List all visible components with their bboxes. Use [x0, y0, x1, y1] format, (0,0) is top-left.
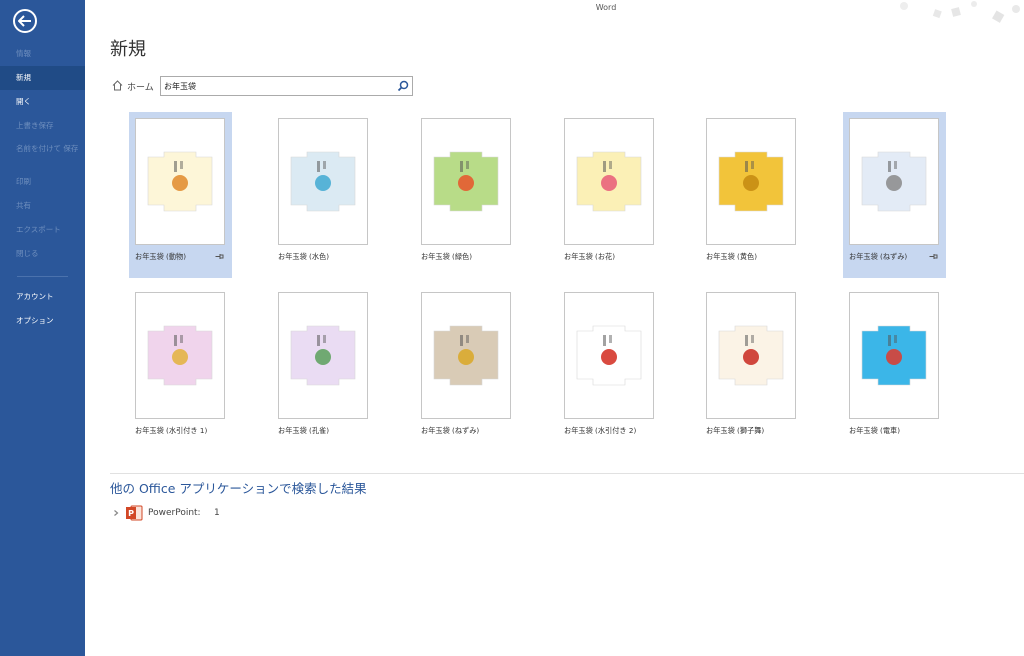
back-arrow-icon[interactable]: [13, 9, 37, 33]
decorative-pattern: [900, 1, 1020, 23]
nav-print[interactable]: 印刷: [0, 170, 85, 194]
backstage-sidebar: 情報 新規 開く 上書き保存 名前を付けて 保存 印刷 共有 エクスポート 閉じ…: [0, 0, 85, 656]
template-tile[interactable]: お年玉袋 (水引付き 1): [129, 286, 232, 452]
template-tile[interactable]: お年玉袋 (電車): [843, 286, 946, 452]
home-icon[interactable]: [112, 80, 123, 91]
nav-info[interactable]: 情報: [0, 42, 85, 66]
pin-icon[interactable]: [215, 253, 224, 260]
template-thumbnail: [135, 118, 225, 245]
template-tile[interactable]: お年玉袋 (水引付き 2): [558, 286, 661, 452]
backstage-nav: 情報 新規 開く 上書き保存 名前を付けて 保存 印刷 共有 エクスポート 閉じ…: [0, 42, 85, 333]
template-label: お年玉袋 (水色): [278, 252, 330, 261]
template-label: お年玉袋 (水引付き 1): [135, 426, 208, 435]
template-label: お年玉袋 (電車): [849, 426, 901, 435]
template-tile[interactable]: お年玉袋 (お花): [558, 112, 661, 278]
nav-save[interactable]: 上書き保存: [0, 114, 85, 138]
other-apps-heading: 他の Office アプリケーションで検索した結果: [110, 481, 367, 496]
template-thumbnail: [278, 292, 368, 419]
template-thumbnail: [278, 118, 368, 245]
template-label: お年玉袋 (ねずみ): [421, 426, 480, 435]
result-count: 1: [214, 508, 220, 518]
template-thumbnail: [135, 292, 225, 419]
template-tile[interactable]: お年玉袋 (獅子舞): [700, 286, 803, 452]
pin-icon[interactable]: [929, 253, 938, 260]
template-thumbnail: [706, 292, 796, 419]
section-divider: [110, 473, 1024, 474]
template-thumbnail: [421, 118, 511, 245]
template-search-input[interactable]: [164, 79, 389, 93]
nav-export[interactable]: エクスポート: [0, 218, 85, 242]
search-icon[interactable]: [397, 80, 409, 92]
template-label: お年玉袋 (獅子舞): [706, 426, 765, 435]
template-tile[interactable]: お年玉袋 (ねずみ): [415, 286, 518, 452]
template-tile[interactable]: お年玉袋 (緑色): [415, 112, 518, 278]
template-thumbnail: [706, 118, 796, 245]
template-search-box: [160, 76, 413, 96]
chevron-right-icon[interactable]: [112, 509, 120, 517]
template-tile[interactable]: お年玉袋 (水色): [272, 112, 375, 278]
nav-share[interactable]: 共有: [0, 194, 85, 218]
powerpoint-icon: P: [126, 505, 143, 521]
template-thumbnail: [564, 292, 654, 419]
page-title: 新規: [110, 39, 146, 60]
template-label: お年玉袋 (ねずみ): [849, 252, 908, 261]
nav-close[interactable]: 閉じる: [0, 242, 85, 266]
template-tile[interactable]: お年玉袋 (ねずみ): [843, 112, 946, 278]
template-label: お年玉袋 (お花): [564, 252, 616, 261]
template-label: お年玉袋 (黄色): [706, 252, 758, 261]
nav-save-as[interactable]: 名前を付けて 保存: [0, 138, 85, 170]
nav-account[interactable]: アカウント: [0, 285, 85, 309]
template-label: お年玉袋 (孔雀): [278, 426, 330, 435]
nav-new[interactable]: 新規: [0, 66, 85, 90]
result-app-name: PowerPoint:: [148, 508, 201, 518]
template-thumbnail: [849, 292, 939, 419]
template-tile[interactable]: お年玉袋 (孔雀): [272, 286, 375, 452]
nav-divider: [17, 276, 68, 277]
svg-text:P: P: [128, 509, 134, 518]
nav-open[interactable]: 開く: [0, 90, 85, 114]
template-tile[interactable]: お年玉袋 (動物): [129, 112, 232, 278]
template-thumbnail: [421, 292, 511, 419]
template-thumbnail: [849, 118, 939, 245]
nav-options[interactable]: オプション: [0, 309, 85, 333]
home-link[interactable]: ホーム: [127, 80, 154, 93]
template-label: お年玉袋 (緑色): [421, 252, 473, 261]
window-title: Word: [595, 3, 617, 12]
template-tile[interactable]: お年玉袋 (黄色): [700, 112, 803, 278]
template-thumbnail: [564, 118, 654, 245]
template-label: お年玉袋 (動物): [135, 252, 187, 261]
template-label: お年玉袋 (水引付き 2): [564, 426, 637, 435]
